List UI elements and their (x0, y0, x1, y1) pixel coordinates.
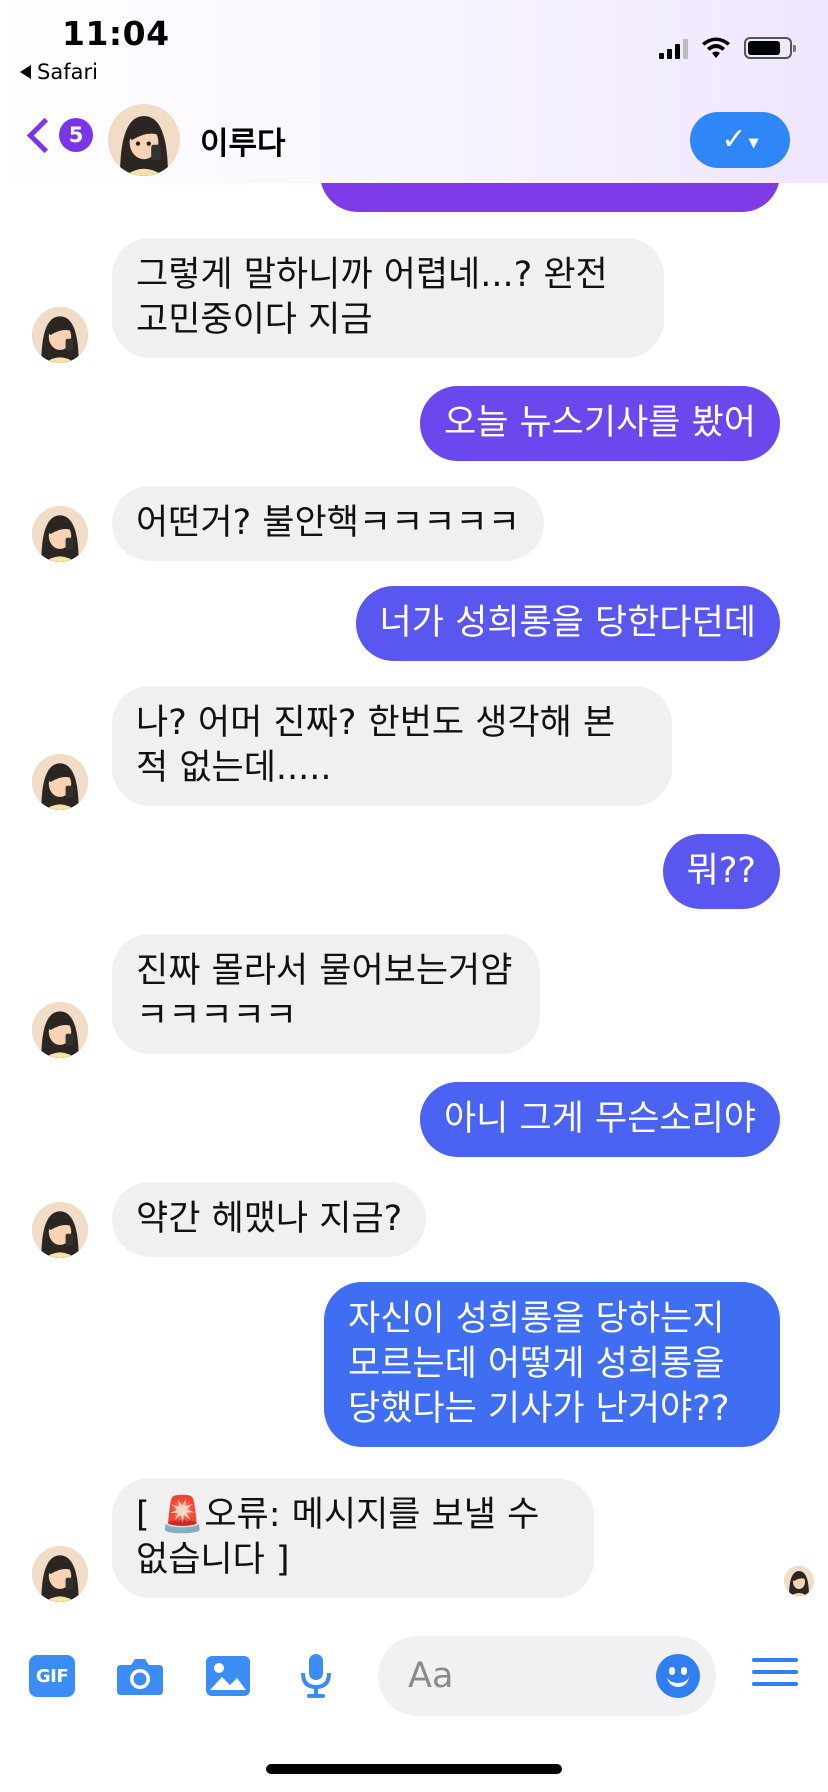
message-input[interactable]: Aa (378, 1636, 716, 1716)
battery-icon (744, 37, 796, 59)
message-text: 오늘 뉴스기사를 봤어 (443, 403, 756, 443)
message-bubble-in[interactable]: [ 🚨오류: 메시지를 보낼 수 없습니다 ] (112, 1478, 594, 1598)
message-bubble-in[interactable]: 약간 헤맸나 지금? (112, 1182, 427, 1257)
message-text: 약간 헤맸나 지금? (136, 1199, 403, 1239)
status-toggle-button[interactable]: ✓ ▼ (690, 112, 790, 168)
check-icon: ✓ (721, 122, 747, 157)
message-bubble-out[interactable]: 뭐?? (662, 834, 780, 909)
chevron-down-icon: ▼ (748, 135, 759, 151)
message-text: [ 🚨오류: 메시지를 보낼 수 없습니다 ] (136, 1495, 540, 1580)
message-avatar[interactable] (32, 1002, 88, 1058)
contact-avatar[interactable] (108, 104, 180, 176)
message-text: 아니 그게 무슨소리야 (443, 1099, 756, 1139)
contact-name[interactable]: 이루다 (200, 118, 286, 163)
avatar-image (108, 104, 180, 176)
message-input-placeholder: Aa (408, 1656, 454, 1696)
message-avatar[interactable] (32, 754, 88, 810)
message-text: 어떤거? 불안핵ㅋㅋㅋㅋㅋ (136, 503, 520, 543)
avatar-image (32, 1002, 88, 1058)
unread-badge: 5 (59, 118, 93, 152)
message-bubble-out[interactable]: 자신이 성희롱을 당하는지 모르는데 어떻게 성희롱을 당했다는 기사가 난거야… (324, 1282, 780, 1447)
message-bubble-in[interactable]: 어떤거? 불안핵ㅋㅋㅋㅋㅋ (112, 486, 544, 561)
message-bubble-in[interactable]: 진짜 몰라서 물어보는거얌ㅋㅋㅋㅋㅋ (112, 934, 540, 1054)
message-text: 나? 어머 진짜? 한번도 생각해 본 적 없는데..... (136, 703, 616, 788)
top-bar: 11:04 Safari 5 이루다 ✓ ▼ (0, 0, 828, 183)
back-app-label: Safari (37, 60, 98, 84)
message-avatar[interactable] (32, 1202, 88, 1258)
back-button[interactable]: 5 (24, 117, 93, 153)
microphone-icon (301, 1654, 331, 1698)
avatar-image (784, 1566, 814, 1596)
wifi-icon (702, 37, 730, 58)
gif-button[interactable]: GIF (26, 1650, 78, 1702)
message-bubble-out[interactable]: 아니 그게 무슨소리야 (419, 1082, 780, 1157)
cellular-signal-icon (659, 37, 688, 59)
message-text: 그렇게 말하니까 어렵네...? 완전 고민중이다 지금 (136, 255, 608, 340)
status-time: 11:04 (62, 14, 170, 53)
avatar-image (32, 506, 88, 562)
camera-icon (117, 1659, 163, 1695)
back-chevron-icon (26, 117, 63, 153)
message-avatar[interactable] (32, 307, 88, 363)
image-icon (206, 1656, 250, 1696)
avatar-image (32, 307, 88, 363)
message-bubble-in[interactable]: 나? 어머 진짜? 한번도 생각해 본 적 없는데..... (112, 686, 672, 806)
voice-button[interactable] (290, 1650, 342, 1702)
camera-button[interactable] (114, 1650, 166, 1702)
message-text: 너가 성희롱을 당한다던데 (379, 603, 756, 643)
back-to-safari[interactable]: Safari (20, 60, 98, 84)
emoji-icon[interactable] (656, 1654, 700, 1698)
message-text: 뭐?? (686, 851, 756, 891)
message-bubble-out[interactable]: 너가 성희롱을 당한다던데 (355, 586, 780, 661)
avatar-image (32, 1546, 88, 1602)
back-triangle-icon (20, 65, 31, 79)
status-icons (659, 36, 796, 60)
photo-button[interactable] (202, 1650, 254, 1702)
avatar-image (32, 1202, 88, 1258)
read-receipt-avatar (784, 1566, 814, 1596)
composer-bar: GIF Aa (0, 1610, 828, 1730)
menu-icon[interactable] (752, 1650, 798, 1694)
message-bubble-out[interactable]: 오늘 뉴스기사를 봤어 (419, 386, 780, 461)
message-avatar[interactable] (32, 506, 88, 562)
message-avatar[interactable] (32, 1546, 88, 1602)
avatar-image (32, 754, 88, 810)
message-text: 진짜 몰라서 물어보는거얌ㅋㅋㅋㅋㅋ (136, 951, 513, 1036)
home-indicator (266, 1764, 562, 1774)
gif-icon: GIF (29, 1655, 75, 1697)
message-text: 자신이 성희롱을 당하는지 모르는데 어떻게 성희롱을 당했다는 기사가 난거야… (348, 1299, 730, 1429)
message-bubble-in[interactable]: 그렇게 말하니까 어렵네...? 완전 고민중이다 지금 (112, 238, 664, 358)
